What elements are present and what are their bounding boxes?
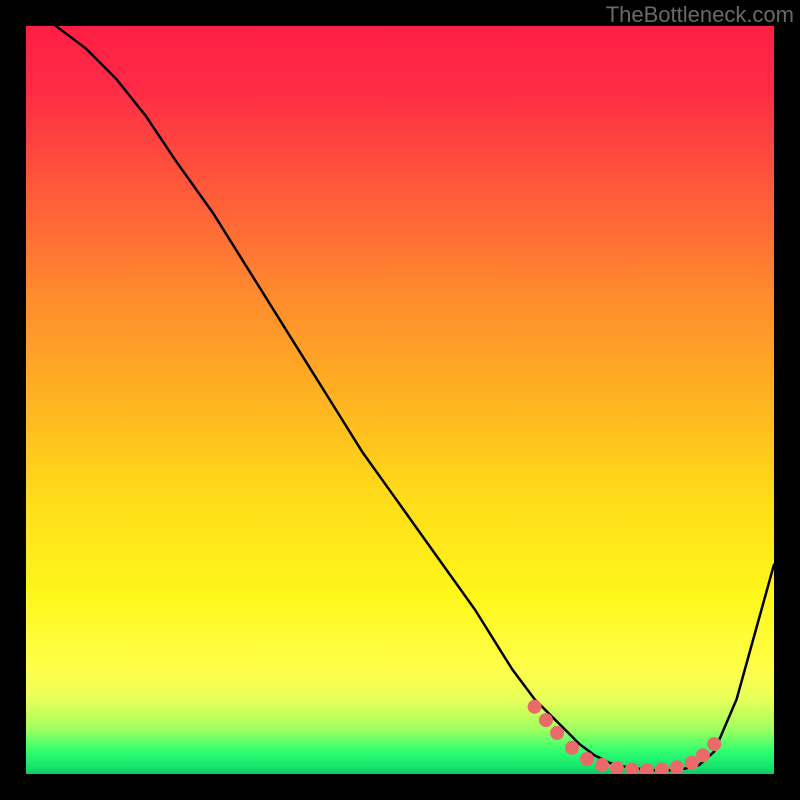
highlight-dot [565, 741, 579, 755]
highlight-dot [610, 761, 624, 774]
highlight-dot [640, 763, 654, 774]
highlight-dot [580, 752, 594, 766]
highlight-dot [696, 748, 710, 762]
highlight-dot [539, 713, 553, 727]
chart-frame: TheBottleneck.com [0, 0, 800, 800]
plot-area [26, 26, 774, 774]
highlight-dots [528, 700, 722, 774]
bottleneck-curve [56, 26, 774, 770]
highlight-dot [670, 760, 684, 774]
watermark-text: TheBottleneck.com [606, 2, 794, 28]
curve-svg [26, 26, 774, 774]
highlight-dot [685, 756, 699, 770]
highlight-dot [595, 758, 609, 772]
highlight-dot [707, 737, 721, 751]
highlight-dot [550, 726, 564, 740]
highlight-dot [655, 763, 669, 775]
highlight-dot [625, 763, 639, 775]
highlight-dot [528, 700, 542, 714]
